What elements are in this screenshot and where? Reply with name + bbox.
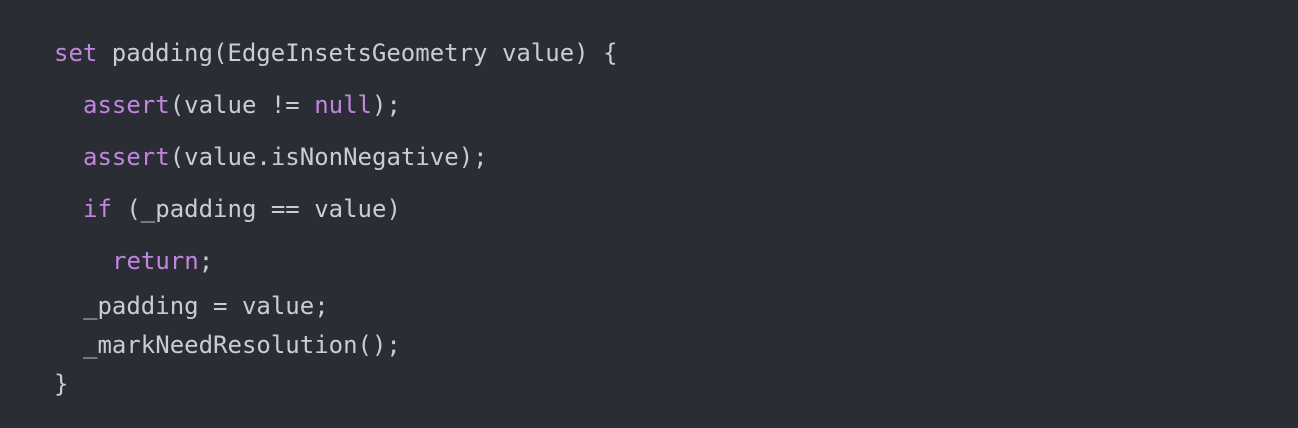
if-condition: (_padding == value) (111, 195, 401, 223)
statement-end: ); (372, 91, 401, 119)
code-line-1: set padding(EdgeInsetsGeometry value) { (54, 38, 618, 68)
code-line-4: if (_padding == value) (83, 194, 401, 224)
code-line-7: _markNeedResolution(); (83, 330, 401, 360)
statement-end: ; (198, 247, 214, 275)
padding-assignment: _padding = value; (83, 292, 329, 320)
code-line-3: assert(value.isNonNegative); (83, 142, 488, 172)
keyword-assert: assert (83, 143, 170, 171)
code-line-6: _padding = value; (83, 291, 329, 321)
setter-signature: padding(EdgeInsetsGeometry value) { (97, 39, 618, 67)
closing-brace: } (54, 370, 69, 398)
code-line-8: } (54, 369, 68, 399)
keyword-null: null (314, 91, 372, 119)
assert-non-negative: (value.isNonNegative); (169, 143, 488, 171)
code-line-5: return; (112, 246, 213, 276)
assert-condition: (value != (169, 91, 315, 119)
keyword-assert: assert (83, 91, 170, 119)
keyword-return: return (112, 247, 199, 275)
code-line-2: assert(value != null); (83, 90, 401, 120)
keyword-set: set (54, 39, 98, 67)
code-snippet: set padding(EdgeInsetsGeometry value) { … (0, 0, 1298, 428)
mark-need-resolution-call: _markNeedResolution(); (83, 331, 401, 359)
keyword-if: if (83, 195, 112, 223)
